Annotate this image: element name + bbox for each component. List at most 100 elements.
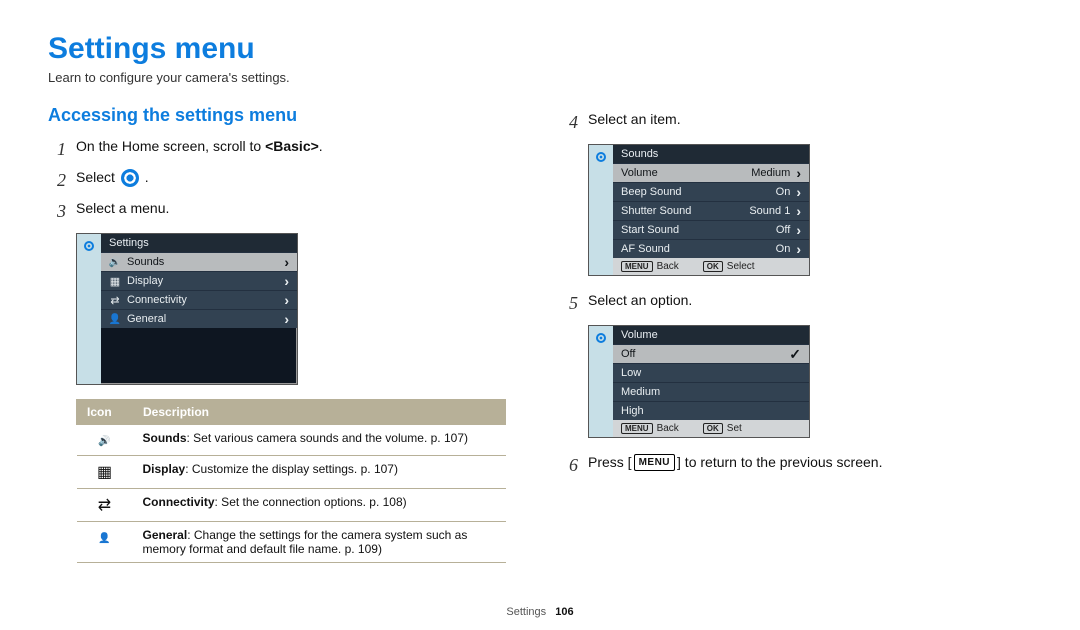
chevron-right-icon: › xyxy=(796,205,801,217)
camera-sidebar xyxy=(589,145,613,275)
table-row: Connectivity: Set the connection options… xyxy=(77,489,506,522)
chevron-right-icon: › xyxy=(796,186,801,198)
camera-header: Sounds xyxy=(613,145,809,163)
page-footer: Settings 106 xyxy=(0,606,1080,618)
menu-item-label: Beep Sound xyxy=(621,186,682,198)
ok-key-icon: OK xyxy=(703,261,723,272)
chevron-right-icon: › xyxy=(284,294,289,306)
step-number: 4 xyxy=(560,109,578,136)
table-row: Sounds: Set various camera sounds and th… xyxy=(77,425,506,456)
menu-item-value: Off xyxy=(776,224,790,236)
footer-section: Settings xyxy=(506,606,546,618)
menu-key-icon: MENU xyxy=(621,261,653,272)
menu-item-label: AF Sound xyxy=(621,243,670,255)
general-icon xyxy=(98,528,110,545)
chevron-right-icon: › xyxy=(284,313,289,325)
step-1-text: On the Home screen, scroll to xyxy=(76,138,265,154)
step-number: 2 xyxy=(48,167,66,194)
gear-icon xyxy=(81,238,97,254)
page-title: Settings menu xyxy=(48,32,1032,66)
footer-set: Set xyxy=(727,423,742,434)
menu-item[interactable]: Display› xyxy=(101,271,297,290)
camera-footer: MENU Back OK Set xyxy=(613,420,809,437)
connectivity-icon xyxy=(109,294,121,306)
menu-item-label: Sounds xyxy=(127,256,164,268)
step-5-text: Select an option. xyxy=(588,290,1032,311)
menu-item-value: On xyxy=(776,186,791,198)
period: . xyxy=(145,169,149,185)
table-cell-description: Display: Customize the display settings.… xyxy=(133,456,506,489)
table-row: Display: Customize the display settings.… xyxy=(77,456,506,489)
table-head-icon: Icon xyxy=(77,400,133,425)
table-row: General: Change the settings for the cam… xyxy=(77,522,506,563)
step-6: 6 Press [MENU] to return to the previous… xyxy=(560,452,1032,479)
display-icon xyxy=(97,464,112,481)
menu-item-label: Connectivity xyxy=(127,294,187,306)
menu-item-label: General xyxy=(127,313,166,325)
menu-item-label: Start Sound xyxy=(621,224,679,236)
menu-item[interactable]: General › xyxy=(101,309,297,328)
table-cell-description: Connectivity: Set the connection options… xyxy=(133,489,506,522)
camera-header: Volume xyxy=(613,326,809,344)
camera-sidebar xyxy=(77,234,101,384)
section-title: Accessing the settings menu xyxy=(48,105,520,126)
table-head-desc: Description xyxy=(133,400,506,425)
menu-item[interactable]: AF SoundOn› xyxy=(613,239,809,258)
camera-list: VolumeMedium›Beep SoundOn›Shutter SoundS… xyxy=(613,163,809,258)
step-2-text: Select xyxy=(76,169,119,185)
camera-list: Off ✓ Low MediumHigh xyxy=(613,344,809,420)
step-4-text: Select an item. xyxy=(588,109,1032,130)
menu-item[interactable]: Start Sound Off › xyxy=(613,220,809,239)
step-5: 5 Select an option. xyxy=(560,290,1032,317)
menu-item[interactable]: Sounds› xyxy=(101,252,297,271)
camera-sidebar xyxy=(589,326,613,437)
menu-button-icon: MENU xyxy=(634,454,675,471)
footer-back: Back xyxy=(657,423,679,434)
step-number: 1 xyxy=(48,136,66,163)
right-column: 4 Select an item. Sounds VolumeMedium›Be… xyxy=(560,105,1032,563)
menu-item[interactable]: Beep Sound On › xyxy=(613,182,809,201)
camera-screen-sounds: Sounds VolumeMedium›Beep SoundOn›Shutter… xyxy=(588,144,810,276)
gear-icon xyxy=(593,330,609,346)
menu-key-icon: MENU xyxy=(621,423,653,434)
table-cell-description: General: Change the settings for the cam… xyxy=(133,522,506,563)
menu-item-label: Display xyxy=(127,275,163,287)
step-3: 3 Select a menu. xyxy=(48,198,520,225)
camera-screen-volume: Volume Off ✓ Low MediumHigh MENU Back OK Set xyxy=(588,325,810,438)
table-cell-description: Sounds: Set various camera sounds and th… xyxy=(133,425,506,456)
step-number: 3 xyxy=(48,198,66,225)
sound-icon xyxy=(98,431,110,448)
chevron-right-icon: › xyxy=(796,167,801,179)
check-icon: ✓ xyxy=(789,348,801,360)
left-column: Accessing the settings menu 1 On the Hom… xyxy=(48,105,520,563)
menu-item-label: Low xyxy=(621,367,641,379)
menu-item[interactable]: Connectivity › xyxy=(101,290,297,309)
basic-bold: <Basic> xyxy=(265,138,319,154)
menu-item[interactable]: Off ✓ xyxy=(613,344,809,363)
connectivity-icon xyxy=(98,497,111,514)
menu-item[interactable]: Low xyxy=(613,363,809,382)
menu-item-label: Shutter Sound xyxy=(621,205,691,217)
menu-item-label: Off xyxy=(621,348,635,360)
settings-icon xyxy=(121,169,139,187)
camera-footer: MENUBack OKSelect xyxy=(613,258,809,275)
gear-icon xyxy=(593,149,609,165)
page-subtitle: Learn to configure your camera's setting… xyxy=(48,70,1032,85)
camera-screen-settings: Settings Sounds›Display›Connectivity›Gen… xyxy=(76,233,298,385)
menu-item-value: Medium xyxy=(751,167,790,179)
menu-item[interactable]: VolumeMedium› xyxy=(613,163,809,182)
footer-select: Select xyxy=(727,261,755,272)
step-3-text: Select a menu. xyxy=(76,198,520,219)
chevron-right-icon: › xyxy=(796,224,801,236)
sound-icon xyxy=(109,256,121,268)
menu-item[interactable]: High xyxy=(613,401,809,420)
menu-item[interactable]: Medium xyxy=(613,382,809,401)
icon-description-table: Icon Description Sounds: Set various cam… xyxy=(76,399,506,563)
ok-key-icon: OK xyxy=(703,423,723,434)
step-1: 1 On the Home screen, scroll to <Basic>. xyxy=(48,136,520,163)
menu-item[interactable]: Shutter SoundSound 1› xyxy=(613,201,809,220)
step-number: 5 xyxy=(560,290,578,317)
step-6a-text: Press [ xyxy=(588,454,632,470)
camera-list: Sounds›Display› Connectivity › General › xyxy=(101,252,297,328)
footer-page-number: 106 xyxy=(555,606,573,618)
